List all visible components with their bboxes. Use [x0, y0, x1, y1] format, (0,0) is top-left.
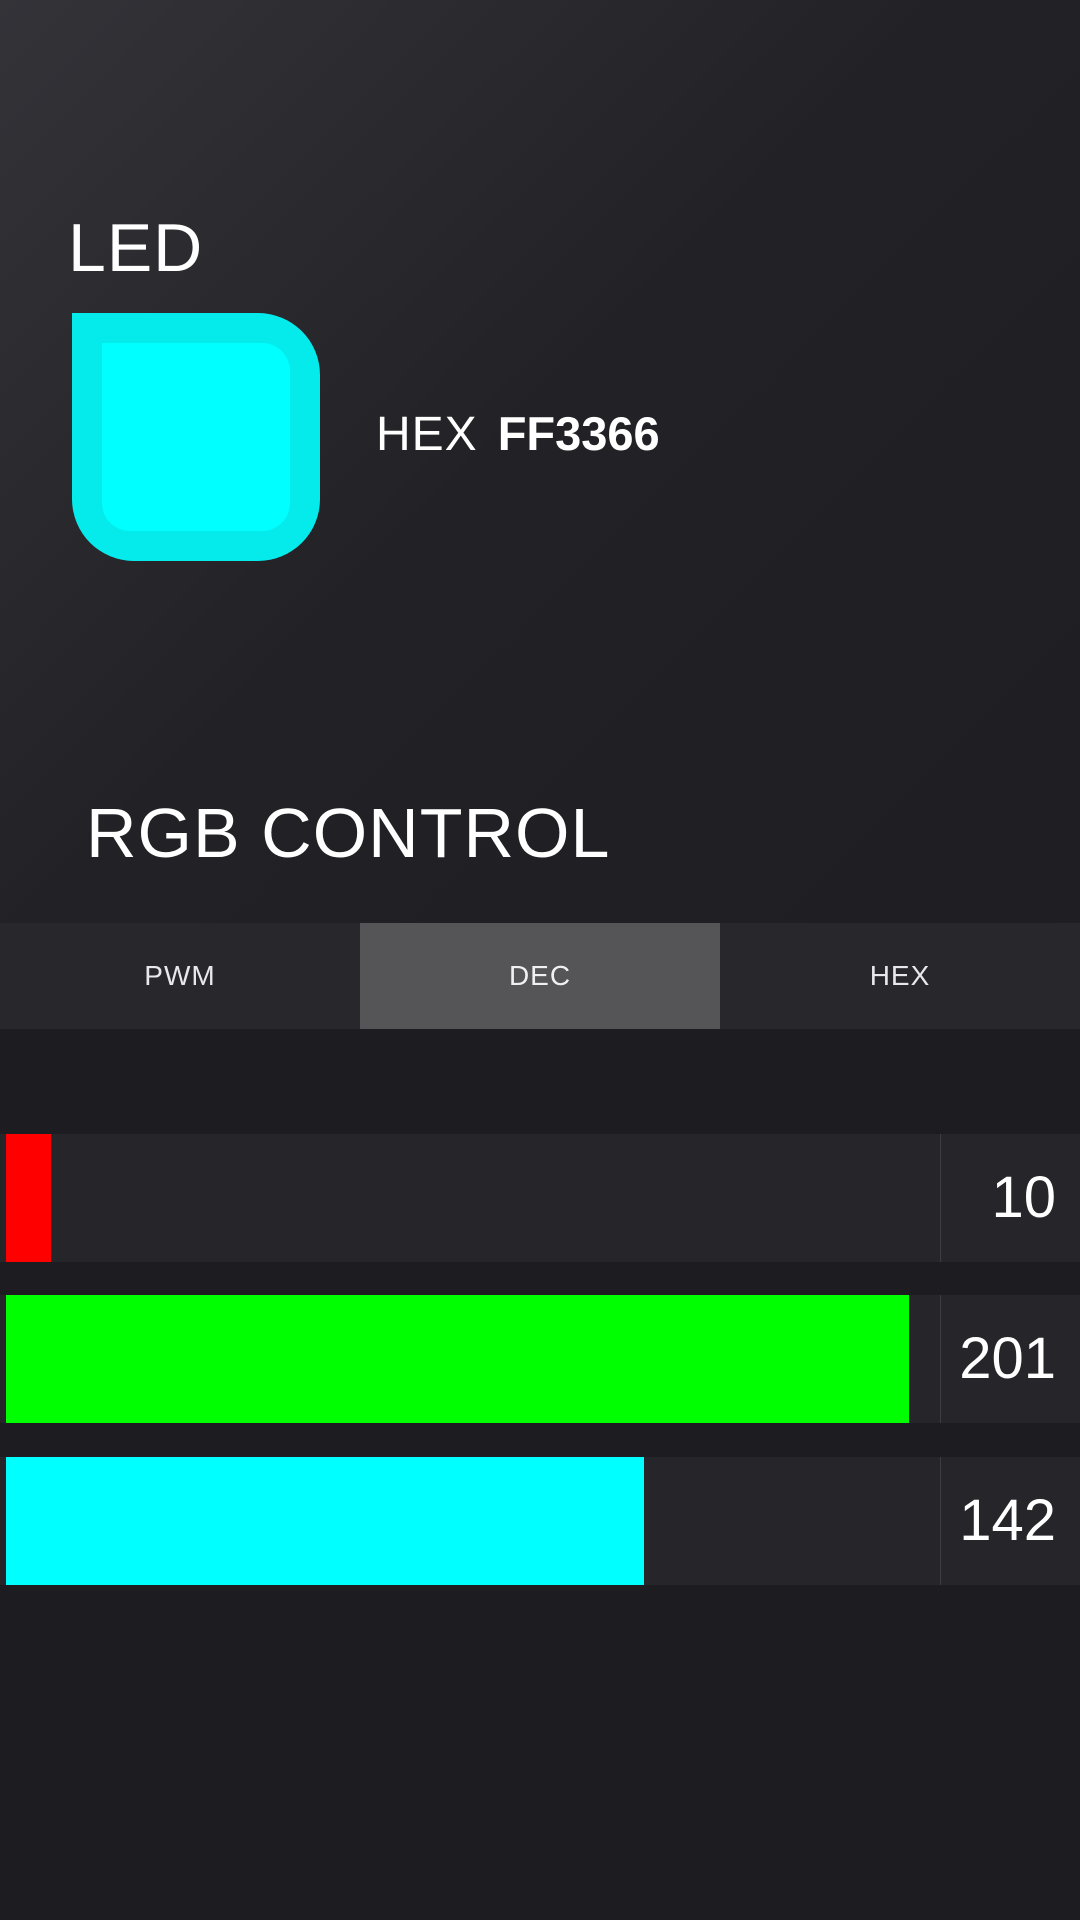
mode-tabs: PWM DEC HEX	[0, 923, 1080, 1029]
green-value: 201	[959, 1326, 1056, 1391]
hex-label: HEX	[376, 408, 478, 461]
tab-hex[interactable]: HEX	[720, 923, 1080, 1029]
hex-value: FF3366	[497, 407, 660, 460]
led-title: LED	[68, 210, 204, 286]
tab-dec-label: DEC	[508, 960, 572, 991]
led-color-swatch	[72, 313, 320, 561]
red-slider-fill	[6, 1134, 51, 1262]
blue-slider-row: 142	[0, 1457, 1080, 1585]
blue-slider[interactable]	[0, 1457, 940, 1585]
tab-pwm[interactable]: PWM	[0, 923, 360, 1029]
hex-readout: HEX FF3366	[376, 404, 660, 464]
red-slider[interactable]	[0, 1134, 940, 1262]
green-slider[interactable]	[0, 1295, 940, 1423]
rgb-control-title: RGB CONTROL	[86, 794, 611, 872]
slider-panel: 10 201 142	[0, 1029, 1080, 1920]
red-slider-row: 10	[0, 1134, 1080, 1262]
green-slider-row: 201	[0, 1295, 1080, 1423]
tab-hex-label: HEX	[869, 960, 931, 991]
led-color-swatch-inner	[102, 343, 290, 531]
tab-dec[interactable]: DEC	[360, 923, 720, 1029]
red-value: 10	[991, 1165, 1056, 1230]
blue-value: 142	[959, 1488, 1056, 1553]
tab-pwm-label: PWM	[144, 960, 216, 991]
green-slider-fill	[6, 1295, 909, 1423]
blue-slider-fill	[6, 1457, 644, 1585]
